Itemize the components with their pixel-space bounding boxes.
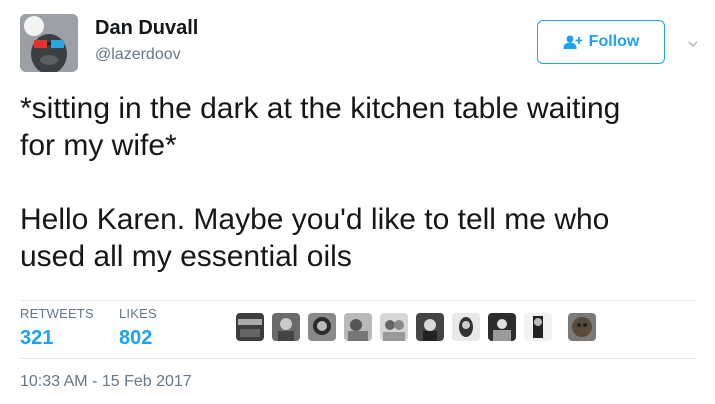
liker-avatar[interactable] xyxy=(488,313,516,341)
likes-count[interactable]: 802 xyxy=(119,327,157,350)
liker-avatars xyxy=(236,313,596,341)
author-display-name[interactable]: Dan Duvall xyxy=(95,17,198,40)
follow-button-label: Follow xyxy=(588,33,640,50)
liker-avatar[interactable] xyxy=(568,313,596,341)
liker-avatar[interactable] xyxy=(380,313,408,341)
liker-avatar[interactable] xyxy=(344,313,372,341)
author-avatar[interactable] xyxy=(20,14,78,72)
retweets-count[interactable]: 321 xyxy=(20,327,94,350)
liker-avatar[interactable] xyxy=(452,313,480,341)
liker-avatar[interactable] xyxy=(416,313,444,341)
tweet-timestamp[interactable]: 10:33 AM - 15 Feb 2017 xyxy=(20,373,192,391)
liker-avatar[interactable] xyxy=(524,313,552,341)
divider xyxy=(20,358,697,359)
retweets-label: RETWEETS xyxy=(20,306,94,321)
liker-avatar[interactable] xyxy=(236,313,264,341)
likes-label: LIKES xyxy=(119,306,157,321)
divider xyxy=(20,300,697,301)
retweets-stat[interactable]: RETWEETS 321 xyxy=(20,306,94,350)
author-avatar-image xyxy=(20,14,78,72)
add-user-icon xyxy=(563,34,583,50)
follow-button[interactable]: Follow xyxy=(537,20,665,64)
liker-avatar[interactable] xyxy=(308,313,336,341)
liker-avatar[interactable] xyxy=(272,313,300,341)
tweet-text: *sitting in the dark at the kitchen tabl… xyxy=(20,92,621,273)
likes-stat[interactable]: LIKES 802 xyxy=(119,306,157,350)
chevron-down-icon[interactable] xyxy=(688,36,698,48)
author-screen-name[interactable]: @lazerdoov xyxy=(95,46,181,64)
